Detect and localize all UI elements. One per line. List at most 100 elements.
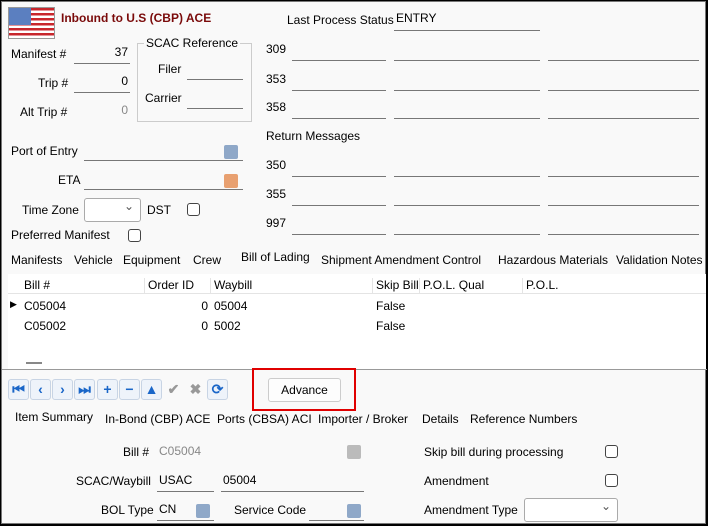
calendar-clock-icon[interactable] — [224, 174, 238, 188]
table-cell: 0 — [201, 319, 208, 333]
time-zone-select[interactable] — [84, 198, 141, 222]
subtab-in-bond[interactable]: In-Bond (CBP) ACE — [105, 412, 210, 426]
return-code: 355 — [266, 187, 287, 201]
bol-underline — [157, 520, 214, 521]
return-code: 997 — [266, 216, 287, 230]
lookup-icon[interactable] — [347, 504, 361, 518]
status-field — [548, 118, 699, 119]
return-messages-label: Return Messages — [266, 129, 361, 143]
table-row[interactable]: ▶ C05004 0 05004 False — [8, 296, 706, 316]
grid-column-header[interactable]: Order ID — [144, 278, 194, 294]
last-record-icon[interactable]: ⏭ — [74, 379, 95, 400]
tab-crew[interactable]: Crew — [193, 253, 221, 267]
status-field — [548, 90, 699, 91]
time-zone-label: Time Zone — [22, 203, 79, 217]
dst-checkbox[interactable] — [187, 203, 200, 216]
window-title: Inbound to U.S (CBP) ACE — [61, 11, 212, 25]
grid-column-header[interactable]: Waybill — [210, 278, 252, 294]
previous-record-icon[interactable]: ‹ — [30, 379, 51, 400]
filer-field[interactable] — [187, 79, 243, 80]
service-code-field[interactable] — [309, 520, 364, 521]
status-field — [394, 118, 540, 119]
eta-field[interactable] — [84, 189, 243, 190]
status-code: 358 — [266, 100, 287, 114]
subtab-item-summary[interactable]: Item Summary — [15, 410, 93, 424]
last-process-status-value: ENTRY — [396, 11, 437, 25]
manifest-label: Manifest # — [11, 47, 67, 61]
subtab-ports[interactable]: Ports (CBSA) ACI — [217, 412, 312, 426]
table-row[interactable]: C05002 0 5002 False — [8, 316, 706, 336]
scac-reference-group — [137, 43, 252, 122]
tab-hazardous-materials[interactable]: Hazardous Materials — [498, 253, 608, 267]
table-cell: False — [376, 319, 406, 333]
carrier-label: Carrier — [145, 91, 182, 105]
amendment-type-label: Amendment Type — [424, 503, 518, 517]
manifest-underline — [74, 63, 130, 64]
lookup-icon[interactable] — [224, 145, 238, 159]
status-code: 309 — [266, 42, 287, 56]
trip-value[interactable]: 0 — [74, 74, 128, 88]
subtab-details[interactable]: Details — [422, 412, 459, 426]
status-field — [394, 60, 540, 61]
tab-vehicle[interactable]: Vehicle — [74, 253, 113, 267]
preferred-manifest-checkbox[interactable] — [128, 229, 141, 242]
cancel-x-icon[interactable]: ✖ — [185, 379, 206, 400]
trip-label: Trip # — [38, 76, 69, 90]
grid-column-header[interactable]: Bill # — [24, 278, 50, 292]
table-cell: 05004 — [214, 299, 248, 313]
scac-value[interactable]: USAC — [159, 473, 192, 487]
status-field — [548, 234, 699, 235]
advance-button[interactable]: Advance — [268, 378, 341, 402]
tab-shipment-amendment-control[interactable]: Shipment Amendment Control — [321, 253, 481, 267]
grid-scrollbar[interactable] — [26, 362, 42, 364]
grid-column-header[interactable]: Skip Bill — [372, 278, 419, 294]
scac-reference-title: SCAC Reference — [144, 36, 241, 50]
lookup-icon[interactable] — [196, 504, 210, 518]
trip-underline — [74, 92, 130, 93]
subtab-importer-broker[interactable]: Importer / Broker — [318, 412, 408, 426]
status-field — [292, 205, 386, 206]
edit-icon[interactable]: ▲ — [141, 379, 162, 400]
service-code-label: Service Code — [234, 503, 307, 517]
bill-grid: Bill # Order ID Waybill Skip Bill P.O.L. Qua… — [8, 274, 706, 369]
grid-column-header[interactable]: P.O.L. Qual — [419, 278, 484, 294]
status-field — [292, 60, 386, 61]
status-field — [292, 90, 386, 91]
status-field — [548, 60, 699, 61]
add-icon[interactable]: + — [97, 379, 118, 400]
subtab-reference-numbers[interactable]: Reference Numbers — [470, 412, 577, 426]
manifest-value[interactable]: 37 — [74, 45, 128, 59]
tab-equipment[interactable]: Equipment — [123, 253, 180, 267]
skip-bill-checkbox[interactable] — [605, 445, 618, 458]
next-record-icon[interactable]: › — [52, 379, 73, 400]
tab-bill-of-lading[interactable]: Bill of Lading — [241, 250, 310, 264]
scac-underline — [157, 491, 214, 492]
status-field — [548, 205, 699, 206]
us-flag-icon — [8, 7, 55, 39]
refresh-icon[interactable]: ⟳ — [207, 379, 228, 400]
table-cell: C05004 — [24, 299, 67, 313]
status-field — [394, 234, 540, 235]
carrier-field[interactable] — [187, 108, 243, 109]
status-field — [394, 90, 540, 91]
table-cell: C05002 — [24, 319, 67, 333]
bol-type-value[interactable]: CN — [159, 502, 176, 516]
port-of-entry-field[interactable] — [84, 160, 243, 161]
save-check-icon[interactable]: ✔ — [163, 379, 184, 400]
amendment-checkbox[interactable] — [605, 474, 618, 487]
tab-manifests[interactable]: Manifests — [11, 253, 62, 267]
filer-label: Filer — [158, 62, 182, 76]
status-field — [292, 234, 386, 235]
waybill-value[interactable]: 05004 — [223, 473, 256, 487]
bill-label: Bill # — [123, 445, 150, 459]
bol-type-label: BOL Type — [101, 503, 154, 517]
grid-header — [8, 274, 706, 294]
first-record-icon[interactable]: ⏮ — [8, 379, 29, 400]
amendment-type-select[interactable] — [524, 498, 618, 522]
grid-column-header[interactable]: P.O.L. — [522, 278, 558, 294]
status-field — [394, 176, 540, 177]
port-of-entry-label: Port of Entry — [11, 144, 78, 158]
tab-validation-notes[interactable]: Validation Notes — [616, 253, 703, 267]
delete-icon[interactable]: − — [119, 379, 140, 400]
dst-label: DST — [147, 203, 171, 217]
